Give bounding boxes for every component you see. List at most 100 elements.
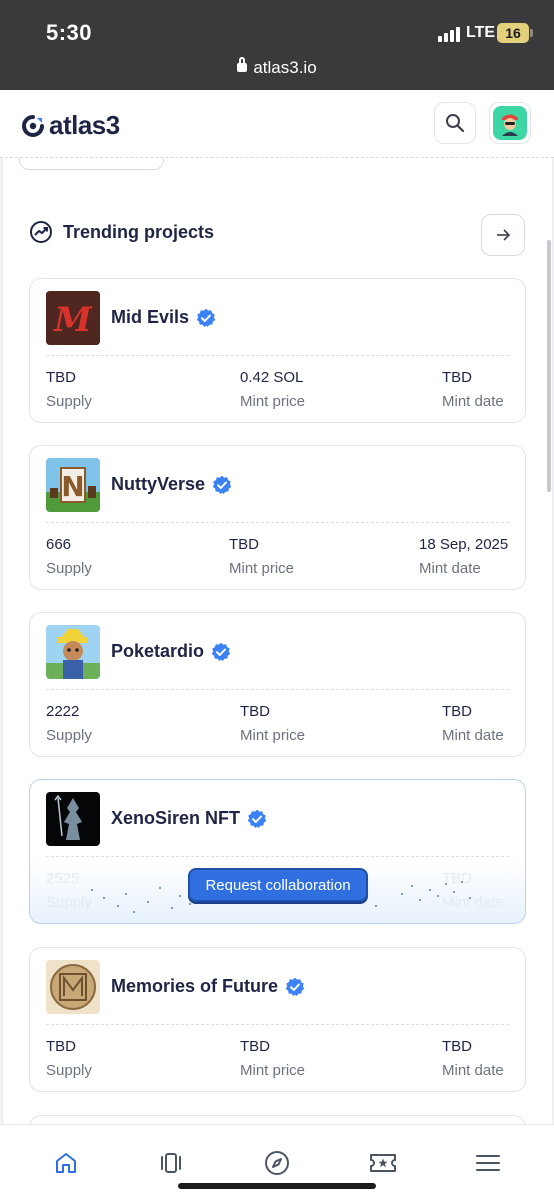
project-card-nuttyverse[interactable]: N NuttyVerse 666 Supply TBD Mint price 1… [29,445,526,590]
stat-label: Mint price [229,560,295,577]
project-thumbnail [46,792,100,846]
search-button[interactable] [434,102,476,144]
card-divider [46,1024,509,1025]
project-name-row: XenoSiren NFT [111,808,267,829]
stat-label: Mint price [240,393,306,410]
nav-explore[interactable] [263,1149,291,1177]
project-name: Mid Evils [111,307,190,327]
project-name: Poketardio [111,641,205,661]
menu-icon [476,1155,500,1171]
lock-icon [237,57,248,72]
stat-label: Mint price [240,727,306,744]
network-label: LTE [466,24,496,41]
stat-mint-date: TBD Mint date [442,703,504,744]
project-thumbnail [46,625,100,679]
project-name: XenoSiren NFT [111,808,241,828]
card-divider [46,689,509,690]
stat-label: Mint date [419,560,481,577]
arrow-right-icon [497,229,511,241]
stat-value: 0.42 SOL [240,369,304,386]
profile-button[interactable] [489,102,531,144]
project-card-mid-evils[interactable]: M Mid Evils TBD Supply 0.42 SOL Mint pri… [29,278,526,423]
stat-label: Mint date [442,727,504,744]
verified-badge-icon [212,475,232,494]
stat-value: TBD [46,369,76,386]
stat-supply: TBD Supply [46,369,92,410]
address-bar[interactable]: atlas3.io [0,57,554,78]
stat-mint-date: TBD Mint date [442,1038,504,1079]
user-avatar [493,106,527,140]
nav-cards[interactable] [157,1149,185,1177]
memories-of-future-logo-icon [46,960,100,1014]
verified-badge-icon [285,977,305,996]
ticket-star-icon [370,1154,396,1172]
section-title: Trending projects [63,221,215,242]
stat-value: TBD [240,703,270,720]
nav-tickets[interactable] [369,1149,397,1177]
stat-label: Supply [46,1062,92,1079]
stat-mint-price: 0.42 SOL Mint price [240,369,305,410]
project-thumbnail: M [46,291,100,345]
stat-supply: 2222 Supply [46,703,92,744]
verified-badge-icon [196,308,216,327]
trending-up-icon [30,221,52,243]
project-card-xenosiren[interactable]: XenoSiren NFT 2525 Supply TBD Mint date … [29,779,526,924]
stat-value: 666 [46,536,72,553]
stat-label: Mint price [240,1062,306,1079]
stat-value: TBD [240,1038,270,1055]
request-collaboration-button[interactable]: Request collaboration [188,868,368,902]
project-name: NuttyVerse [111,474,206,494]
project-card-memories-of-future[interactable]: Memories of Future TBD Supply TBD Mint p… [29,947,526,1092]
project-card-partial[interactable] [29,1115,526,1124]
main-panel: Trending projects M Mid Evils TBD Supply [2,158,553,1124]
search-icon [446,114,465,133]
stat-value: TBD [442,369,472,386]
stat-mint-date: 18 Sep, 2025 Mint date [419,536,508,577]
stat-label: Mint date [442,393,504,410]
stat-value: 2222 [46,703,80,720]
atlas-logo-icon [22,114,44,137]
verified-badge-icon [247,809,267,828]
project-name-row: Memories of Future [111,976,305,997]
stat-value: TBD [442,1038,472,1055]
home-indicator[interactable] [178,1183,376,1189]
nav-menu[interactable] [474,1149,502,1177]
stat-value: TBD [229,536,259,553]
project-thumbnail [46,960,100,1014]
signal-icon [438,26,460,42]
nuttyverse-logo-icon: N [46,458,100,512]
stat-mint-price: TBD Mint price [240,1038,305,1079]
scrollbar[interactable] [547,240,551,492]
status-time: 5:30 [46,20,93,45]
stat-label: Supply [46,393,92,410]
status-bar: 5:30 LTE 16 atlas3.io [0,0,554,90]
stat-value: TBD [46,1038,76,1055]
stat-value: 18 Sep, 2025 [419,536,509,553]
stat-mint-price: TBD Mint price [240,703,305,744]
avatar-icon [502,114,518,136]
partial-button[interactable] [19,158,164,170]
xenosiren-logo-icon [46,792,100,846]
stat-label: Supply [46,727,92,744]
svg-text:M: M [53,300,93,340]
svg-text:N: N [61,470,84,503]
cards-icon [161,1153,181,1173]
stat-mint-date: TBD Mint date [442,369,504,410]
stat-label: Mint date [442,1062,504,1079]
compass-icon [265,1151,289,1175]
poketardio-logo-icon [46,625,100,679]
project-card-poketardio[interactable]: Poketardio 2222 Supply TBD Mint price TB… [29,612,526,757]
section-header: Trending projects [29,220,214,244]
project-name: Memories of Future [111,976,279,996]
project-name-row: Mid Evils [111,307,216,328]
view-all-button[interactable] [481,214,525,256]
card-divider [46,355,509,356]
logo[interactable]: atlas3 [22,110,120,141]
mid-evils-logo-icon: M [46,291,100,345]
logo-text: atlas3 [49,110,120,140]
card-divider [46,522,509,523]
stat-supply: 666 Supply [46,536,92,577]
project-name-row: Poketardio [111,641,231,662]
nav-home[interactable] [52,1149,80,1177]
project-thumbnail: N [46,458,100,512]
